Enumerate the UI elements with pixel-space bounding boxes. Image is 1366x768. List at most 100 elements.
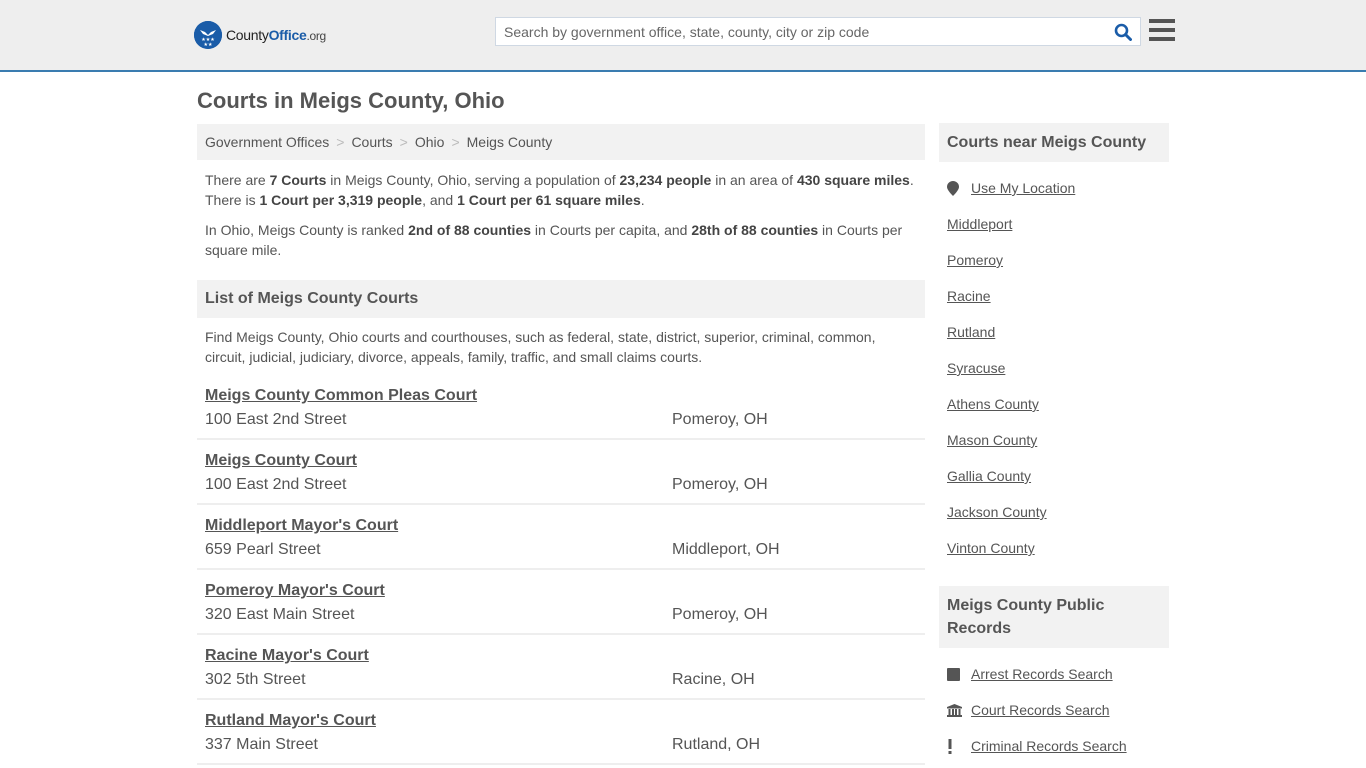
text: .: [640, 192, 645, 208]
search-icon: [1114, 23, 1132, 41]
courthouse-icon: [947, 703, 971, 717]
breadcrumb-ohio[interactable]: Ohio: [415, 134, 445, 150]
menu-bar: [1149, 37, 1175, 41]
nearby-item: Gallia County: [947, 458, 1161, 494]
courts-per-area: 1 Court per 61 square miles: [457, 192, 641, 208]
logo-office: Office: [268, 27, 307, 43]
court-list-item: Meigs County Court 100 East 2nd Street Po…: [197, 440, 925, 505]
court-list-item: Racine Mayor's Court 302 5th Street Racin…: [197, 635, 925, 700]
courts-per-capita: 1 Court per 3,319 people: [259, 192, 423, 208]
breadcrumb-meigs-county[interactable]: Meigs County: [467, 134, 553, 150]
court-city: Pomeroy, OH: [672, 606, 768, 623]
court-name-link[interactable]: Racine Mayor's Court: [205, 645, 369, 667]
nearby-item: Pomeroy: [947, 242, 1161, 278]
nearby-courts-list: Use My Location Middleport Pomeroy Racin…: [939, 170, 1169, 566]
court-city: Pomeroy, OH: [672, 411, 768, 428]
nearby-item: Athens County: [947, 386, 1161, 422]
menu-bar: [1149, 28, 1175, 32]
text: in Courts per capita, and: [531, 222, 692, 238]
public-records-list: Arrest Records Search Court Records Sear…: [939, 656, 1169, 764]
square-icon: [947, 667, 971, 681]
intro-rank-paragraph: In Ohio, Meigs County is ranked 2nd of 8…: [205, 220, 917, 260]
nearby-link-pomeroy[interactable]: Pomeroy: [947, 252, 1003, 268]
court-records-link[interactable]: Court Records Search: [971, 702, 1110, 718]
records-item: Court Records Search: [947, 692, 1161, 728]
nearby-link-rutland[interactable]: Rutland: [947, 324, 995, 340]
court-name-link[interactable]: Middleport Mayor's Court: [205, 515, 398, 537]
nearby-item: Syracuse: [947, 350, 1161, 386]
text: in Meigs County, Ohio, serving a populat…: [326, 172, 620, 188]
search-bar: [495, 17, 1141, 46]
court-city: Racine, OH: [672, 671, 755, 688]
map-marker-icon: [947, 180, 971, 196]
logo-text: CountyOffice.org: [226, 27, 326, 43]
intro-text: There are 7 Courts in Meigs County, Ohio…: [197, 170, 925, 260]
svg-text:★★: ★★: [204, 42, 213, 48]
court-address: 100 East 2nd Street: [205, 476, 347, 493]
arrest-records-link[interactable]: Arrest Records Search: [971, 666, 1113, 682]
public-records-heading: Meigs County Public Records: [939, 586, 1169, 648]
records-item: Criminal Records Search: [947, 728, 1161, 764]
court-address: 302 5th Street: [205, 671, 306, 688]
exclamation-icon: [947, 738, 971, 754]
population: 23,234 people: [619, 172, 712, 188]
nearby-item: Mason County: [947, 422, 1161, 458]
nearby-link-vinton-county[interactable]: Vinton County: [947, 540, 1035, 556]
logo-county: County: [226, 27, 269, 43]
court-city: Pomeroy, OH: [672, 476, 768, 493]
court-address: 659 Pearl Street: [205, 541, 321, 558]
text: There are: [205, 172, 270, 188]
search-button[interactable]: [1106, 18, 1140, 45]
nearby-link-racine[interactable]: Racine: [947, 288, 991, 304]
nearby-link-athens-county[interactable]: Athens County: [947, 396, 1039, 412]
court-list-item: Meigs County Common Pleas Court 100 East…: [197, 385, 925, 440]
court-city: Rutland, OH: [672, 736, 761, 753]
intro-stats-paragraph: There are 7 Courts in Meigs County, Ohio…: [205, 170, 917, 210]
court-address: 100 East 2nd Street: [205, 411, 347, 428]
search-input[interactable]: [496, 18, 1106, 45]
nearby-item: Middleport: [947, 206, 1161, 242]
court-list-item: Rutland Mayor's Court 337 Main Street Rut…: [197, 700, 925, 765]
court-name-link[interactable]: Meigs County Common Pleas Court: [205, 385, 477, 407]
breadcrumb: Government Offices > Courts > Ohio > Mei…: [197, 124, 925, 160]
breadcrumb-courts[interactable]: Courts: [351, 134, 392, 150]
nearby-link-middleport[interactable]: Middleport: [947, 216, 1012, 232]
nearby-item: Jackson County: [947, 494, 1161, 530]
nearby-courts-heading: Courts near Meigs County: [939, 123, 1169, 162]
use-location-item: Use My Location: [947, 170, 1161, 206]
text: , and: [422, 192, 458, 208]
court-name-link[interactable]: Rutland Mayor's Court: [205, 710, 376, 732]
nearby-link-syracuse[interactable]: Syracuse: [947, 360, 1005, 376]
hamburger-menu-icon[interactable]: [1149, 19, 1175, 41]
court-list-heading: List of Meigs County Courts: [197, 280, 925, 318]
court-list: Meigs County Common Pleas Court 100 East…: [197, 385, 925, 765]
nearby-link-mason-county[interactable]: Mason County: [947, 432, 1037, 448]
court-name-link[interactable]: Meigs County Court: [205, 450, 357, 472]
court-address: 320 East Main Street: [205, 606, 355, 623]
nearby-item: Racine: [947, 278, 1161, 314]
criminal-records-link[interactable]: Criminal Records Search: [971, 738, 1127, 754]
use-my-location-link[interactable]: Use My Location: [971, 180, 1075, 196]
rank-per-capita: 2nd of 88 counties: [408, 222, 532, 238]
court-list-item: Pomeroy Mayor's Court 320 East Main Stre…: [197, 570, 925, 635]
rank-per-area: 28th of 88 counties: [691, 222, 819, 238]
main-content: Courts in Meigs County, Ohio Government …: [197, 86, 925, 765]
logo-org: .org: [306, 29, 326, 43]
site-logo[interactable]: ★★★ ★★ CountyOffice.org: [194, 21, 326, 49]
court-city: Middleport, OH: [672, 541, 780, 558]
page-title: Courts in Meigs County, Ohio: [197, 88, 505, 113]
court-count: 7 Courts: [269, 172, 327, 188]
nearby-item: Rutland: [947, 314, 1161, 350]
site-header: ★★★ ★★ CountyOffice.org: [0, 0, 1366, 72]
breadcrumb-separator: >: [336, 134, 345, 150]
nearby-link-gallia-county[interactable]: Gallia County: [947, 468, 1031, 484]
area: 430 square miles: [796, 172, 910, 188]
breadcrumb-government-offices[interactable]: Government Offices: [205, 134, 329, 150]
court-name-link[interactable]: Pomeroy Mayor's Court: [205, 580, 385, 602]
breadcrumb-separator: >: [399, 134, 408, 150]
breadcrumb-separator: >: [451, 134, 460, 150]
eagle-stars-icon: ★★★ ★★: [194, 21, 222, 49]
nearby-link-jackson-county[interactable]: Jackson County: [947, 504, 1047, 520]
court-address: 337 Main Street: [205, 736, 318, 753]
records-item: Arrest Records Search: [947, 656, 1161, 692]
